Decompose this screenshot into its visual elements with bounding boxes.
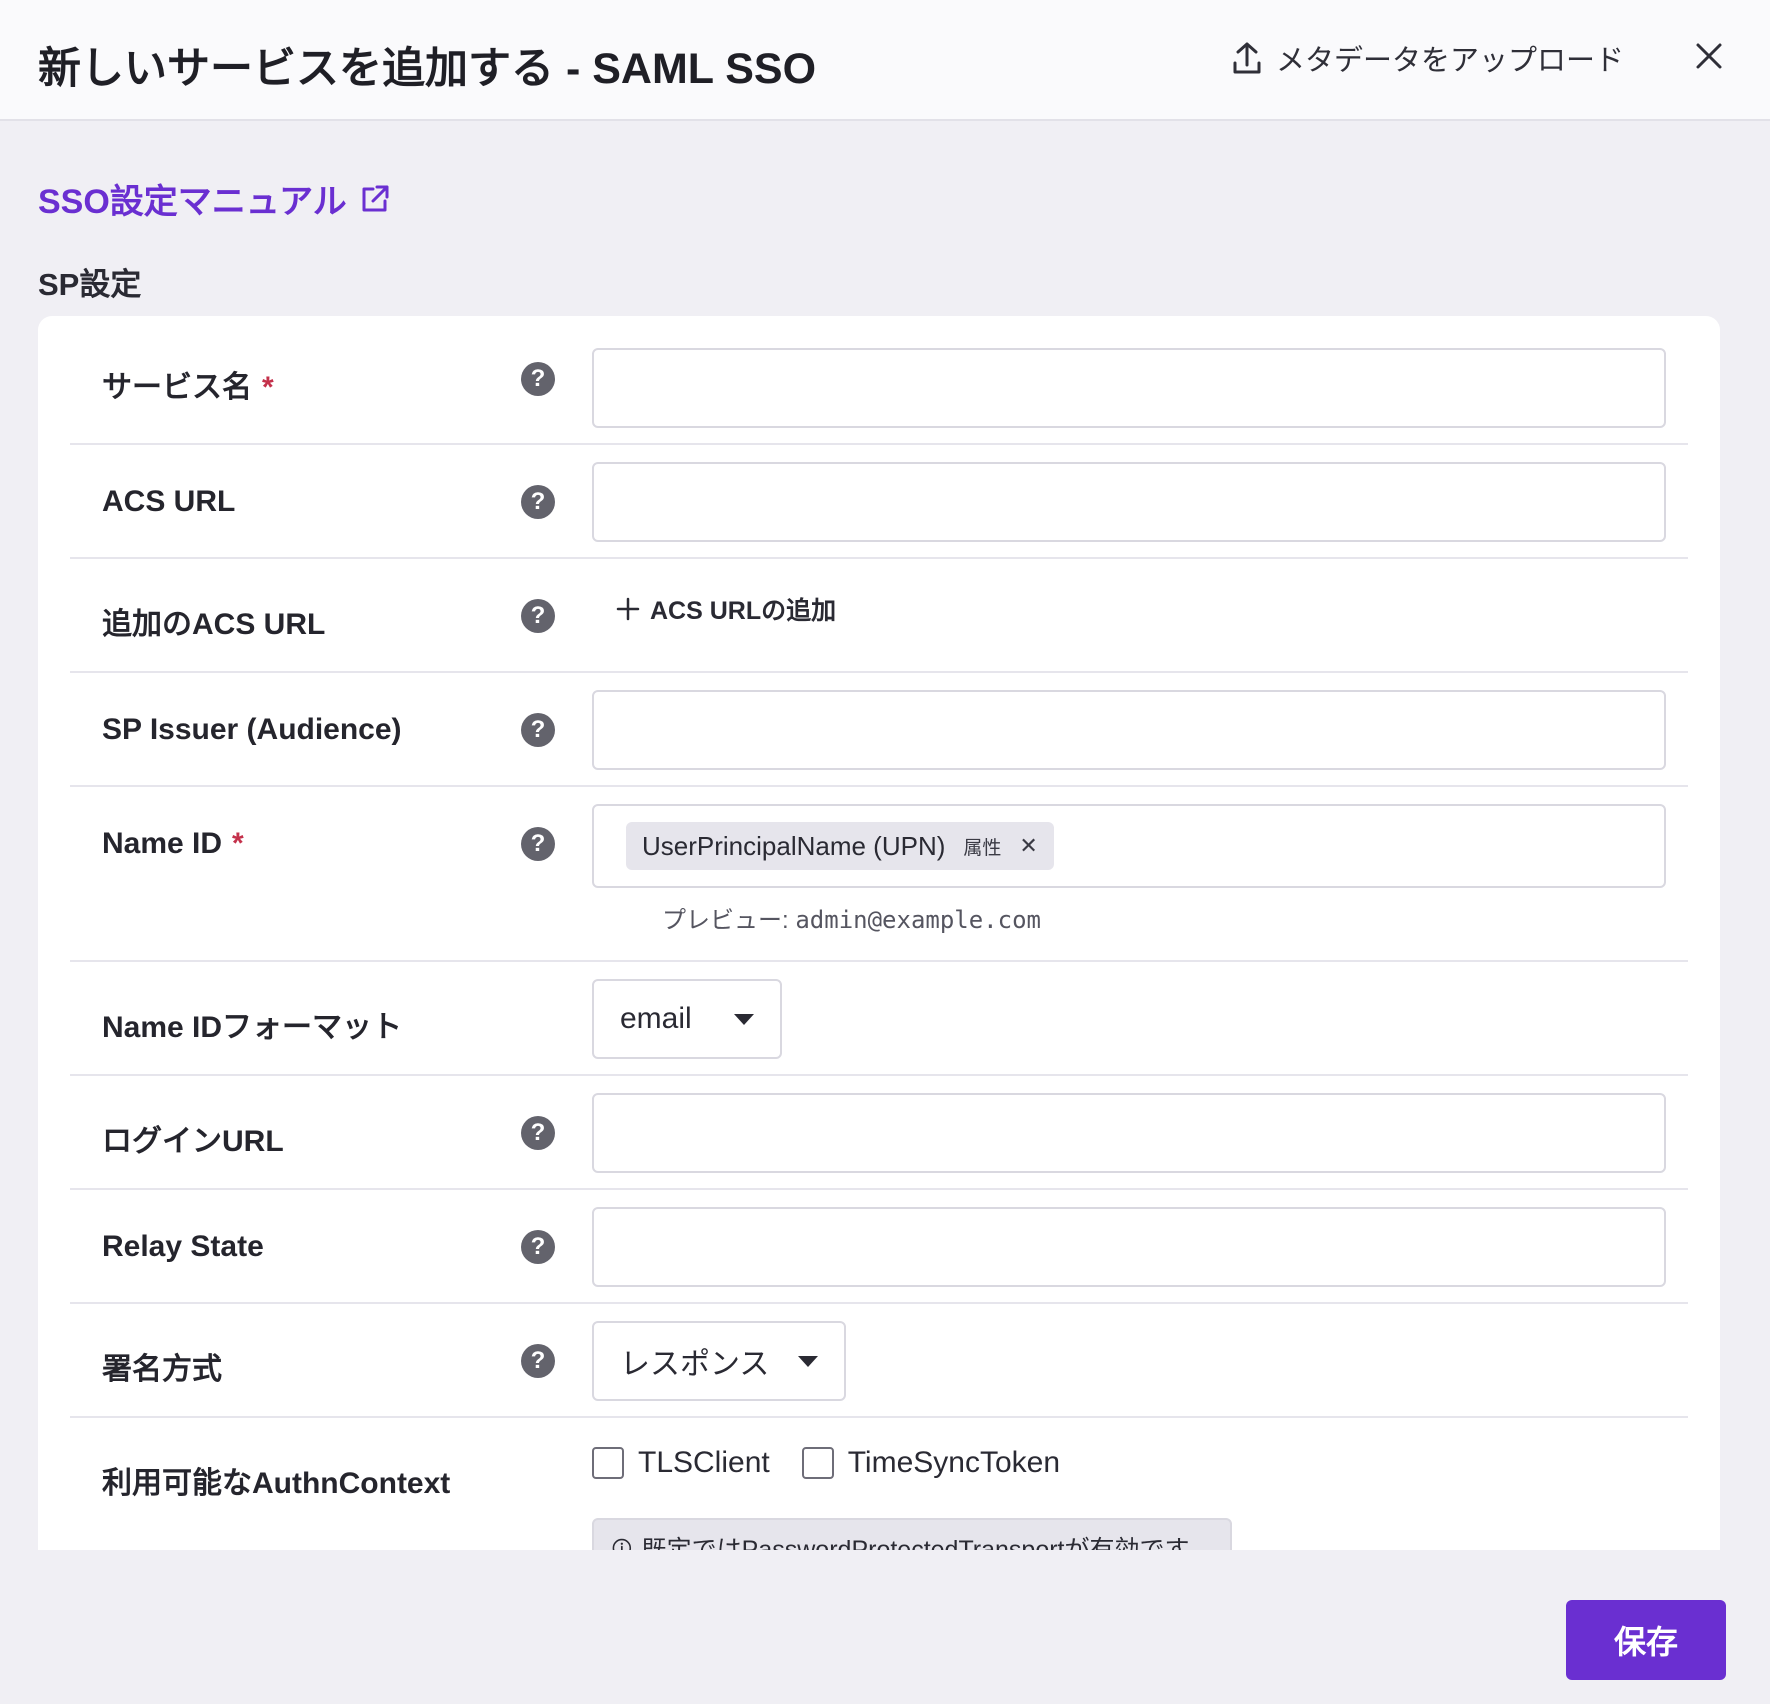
sp-issuer-label: SP Issuer (Audience) xyxy=(102,713,402,746)
row-service-name: サービス名 * ? xyxy=(70,316,1688,445)
timesynctoken-checkbox[interactable] xyxy=(801,1447,834,1479)
upload-metadata-button[interactable]: メタデータをアップロード xyxy=(1232,38,1624,78)
help-icon[interactable]: ? xyxy=(521,1230,555,1264)
acs-url-label: ACS URL xyxy=(102,485,236,518)
help-icon[interactable]: ? xyxy=(521,599,555,633)
required-marker: * xyxy=(232,827,244,860)
chevron-down-icon xyxy=(798,1355,818,1367)
name-id-format-value: email xyxy=(620,1002,692,1035)
row-name-id-format: Name IDフォーマット email xyxy=(70,962,1688,1076)
chip-tag: 属性 xyxy=(963,837,1002,859)
name-id-label: Name ID * xyxy=(102,827,244,860)
help-icon[interactable]: ? xyxy=(521,713,555,747)
row-name-id: Name ID * ? UserPrincipalName (UPN) 属性 ✕ … xyxy=(70,787,1688,962)
acs-url-input[interactable] xyxy=(592,462,1666,542)
close-icon[interactable] xyxy=(1693,40,1725,72)
preview-value: admin@example.com xyxy=(795,906,1041,934)
row-acs-url: ACS URL ? xyxy=(70,445,1688,559)
name-id-chip: UserPrincipalName (UPN) 属性 ✕ xyxy=(626,822,1054,870)
additional-acs-label: 追加のACS URL xyxy=(102,608,326,641)
upload-icon xyxy=(1233,42,1261,74)
signing-method-value: レスポンス xyxy=(620,1348,770,1381)
external-link-icon xyxy=(362,185,389,211)
signing-method-label: 署名方式 xyxy=(102,1353,222,1386)
tlsclient-label: TLSClient xyxy=(638,1446,770,1479)
sp-issuer-input[interactable] xyxy=(592,690,1666,770)
sp-settings-card: サービス名 * ? ACS URL ? 追加のACS URL ? ACS URLの… xyxy=(38,316,1720,1550)
save-button[interactable]: 保存 xyxy=(1566,1600,1726,1680)
required-marker: * xyxy=(262,371,274,404)
service-name-label: サービス名 * xyxy=(102,371,274,404)
name-id-input[interactable]: UserPrincipalName (UPN) 属性 ✕ xyxy=(592,804,1666,888)
authn-context-label: 利用可能なAuthnContext xyxy=(102,1467,451,1500)
chevron-down-icon xyxy=(734,1013,754,1025)
sso-manual-label: SSO設定マニュアル xyxy=(38,183,347,221)
row-additional-acs-url: 追加のACS URL ? ACS URLの追加 xyxy=(70,559,1688,673)
authn-context-options: TLSClient TimeSyncToken xyxy=(592,1446,1078,1480)
plus-icon xyxy=(616,597,640,621)
chip-value: UserPrincipalName (UPN) xyxy=(642,830,946,861)
add-acs-url-button[interactable]: ACS URLの追加 xyxy=(616,591,836,627)
tlsclient-checkbox[interactable] xyxy=(592,1447,624,1479)
help-icon[interactable]: ? xyxy=(521,485,555,519)
help-icon[interactable]: ? xyxy=(521,1116,555,1150)
relay-state-input[interactable] xyxy=(592,1207,1666,1287)
info-text: 既定ではPasswordProtectedTransportが有効です。 xyxy=(641,1536,1212,1550)
relay-state-label: Relay State xyxy=(102,1230,264,1263)
login-url-label: ログインURL xyxy=(102,1125,284,1158)
section-title-sp-settings: SP設定 xyxy=(38,267,142,302)
row-relay-state: Relay State ? xyxy=(70,1190,1688,1304)
remove-chip-icon[interactable]: ✕ xyxy=(1019,833,1037,859)
authn-context-info: 既定ではPasswordProtectedTransportが有効です。 xyxy=(592,1518,1232,1550)
name-id-format-label: Name IDフォーマット xyxy=(102,1011,403,1044)
name-id-format-select[interactable]: email xyxy=(592,979,782,1059)
preview-label: プレビュー: xyxy=(662,907,789,934)
name-id-preview: プレビュー: admin@example.com xyxy=(662,900,1041,935)
help-icon[interactable]: ? xyxy=(521,362,555,396)
service-name-input[interactable] xyxy=(592,348,1666,428)
info-icon xyxy=(612,1538,632,1550)
dialog-header: 新しいサービスを追加する - SAML SSO メタデータをアップロード xyxy=(0,0,1770,121)
help-icon[interactable]: ? xyxy=(521,827,555,861)
row-sp-issuer: SP Issuer (Audience) ? xyxy=(70,673,1688,787)
dialog-title: 新しいサービスを追加する - SAML SSO xyxy=(38,45,817,93)
help-icon[interactable]: ? xyxy=(521,1344,555,1378)
signing-method-select[interactable]: レスポンス xyxy=(592,1321,846,1401)
login-url-input[interactable] xyxy=(592,1093,1666,1173)
upload-metadata-label: メタデータをアップロード xyxy=(1276,45,1625,77)
add-acs-url-label: ACS URLの追加 xyxy=(650,597,837,625)
sso-manual-link[interactable]: SSO設定マニュアル xyxy=(38,174,391,223)
timesynctoken-label: TimeSyncToken xyxy=(847,1446,1061,1479)
row-signing-method: 署名方式 ? レスポンス xyxy=(70,1304,1688,1418)
row-authn-context: 利用可能なAuthnContext TLSClient TimeSyncToke… xyxy=(70,1418,1688,1550)
row-login-url: ログインURL ? xyxy=(70,1076,1688,1190)
